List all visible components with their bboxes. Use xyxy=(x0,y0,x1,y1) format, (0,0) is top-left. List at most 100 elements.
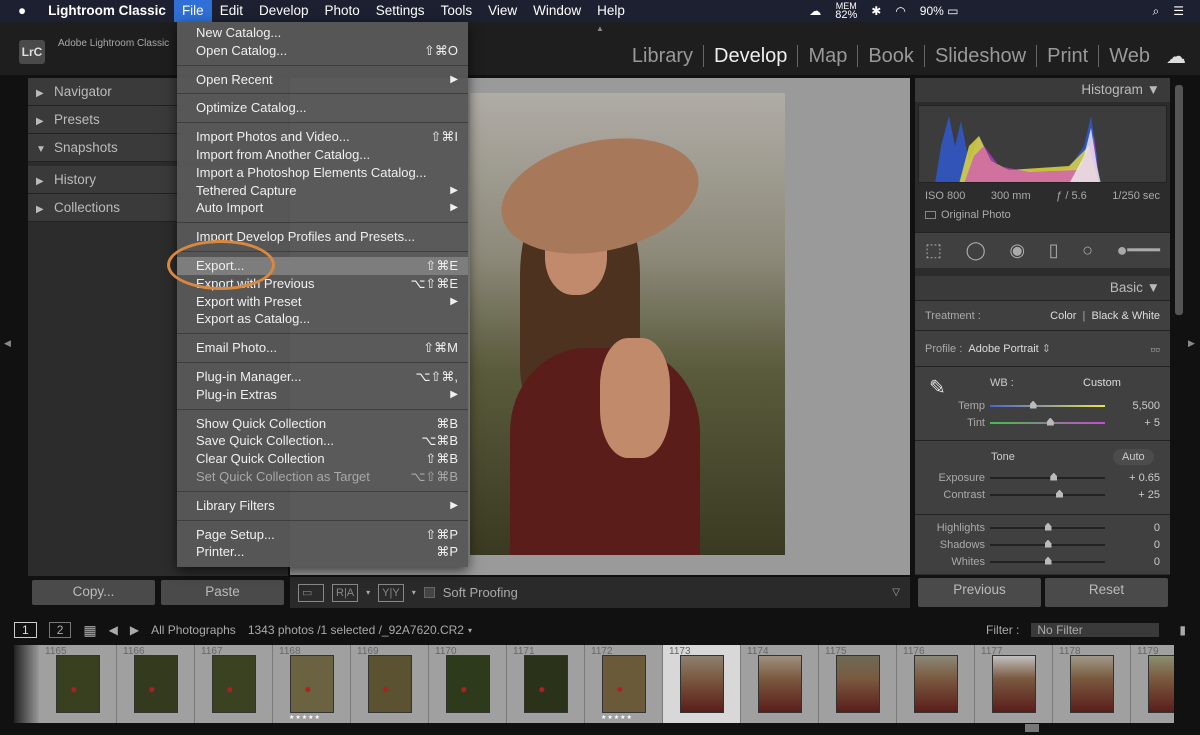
star-rating[interactable]: ★★★★★ xyxy=(601,714,633,721)
slider-track[interactable] xyxy=(990,522,1105,531)
slider-shadows[interactable]: Shadows 0 xyxy=(915,536,1170,553)
menu-item-import-a-photoshop-elements-catalog[interactable]: Import a Photoshop Elements Catalog... xyxy=(177,164,468,182)
filmstrip-thumbnail[interactable]: 1165 xyxy=(39,645,117,723)
menu-item-tethered-capture[interactable]: Tethered Capture ▶ xyxy=(177,182,468,200)
filmstrip-thumbnail[interactable]: 1176 xyxy=(897,645,975,723)
photo-count[interactable]: 1343 photos /1 selected /_92A7620.CR2 xyxy=(248,623,464,637)
auto-tone-button[interactable]: Auto xyxy=(1113,449,1154,465)
profile-browser-icon[interactable]: ▫▫ xyxy=(1150,341,1160,357)
spot-removal-icon[interactable]: ◯ xyxy=(966,240,986,261)
menu-item-page-setup[interactable]: Page Setup... ⇧⌘P xyxy=(177,526,468,544)
module-book[interactable]: Book xyxy=(858,45,925,67)
right-panel-scrollbar[interactable] xyxy=(1175,85,1183,315)
adjustment-brush-icon[interactable]: ●━━━ xyxy=(1117,240,1160,261)
menu-item-optimize-catalog[interactable]: Optimize Catalog... xyxy=(177,99,468,117)
slider-contrast[interactable]: Contrast + 25 xyxy=(915,486,1170,503)
menu-item-email-photo[interactable]: Email Photo... ⇧⌘M xyxy=(177,339,468,357)
slider-value[interactable]: + 0.65 xyxy=(1110,472,1160,484)
graduated-filter-icon[interactable]: ▯ xyxy=(1049,240,1059,261)
filmstrip-thumbnail[interactable]: 1177 xyxy=(975,645,1053,723)
slider-highlights[interactable]: Highlights 0 xyxy=(915,519,1170,536)
collapse-right-icon[interactable]: ▶ xyxy=(1188,338,1195,349)
search-icon[interactable]: ⌕ xyxy=(1153,4,1160,19)
filmstrip-scrollbar[interactable] xyxy=(1025,724,1039,732)
previous-button[interactable]: Previous xyxy=(918,578,1041,607)
slider-tint[interactable]: Tint + 5 xyxy=(915,414,1170,431)
menu-item-library-filters[interactable]: Library Filters ▶ xyxy=(177,497,468,515)
filmstrip-thumbnail[interactable]: 1168 ★★★★★ xyxy=(273,645,351,723)
slider-track[interactable] xyxy=(990,539,1105,548)
original-photo-row[interactable]: Original Photo xyxy=(915,206,1170,224)
slider-track[interactable] xyxy=(990,400,1105,409)
filmstrip-thumbnail[interactable]: 1174 xyxy=(741,645,819,723)
menu-develop[interactable]: Develop xyxy=(251,0,317,22)
filmstrip-thumbnail[interactable]: 1179 xyxy=(1131,645,1174,723)
forward-arrow-icon[interactable]: ▶ xyxy=(130,623,139,637)
original-photo-checkbox[interactable] xyxy=(925,211,936,219)
apple-icon[interactable]: ● xyxy=(0,0,40,22)
dropdown-icon[interactable]: ▾ xyxy=(468,626,472,635)
dropdown-icon[interactable]: ▾ xyxy=(366,588,370,597)
menu-settings[interactable]: Settings xyxy=(368,0,433,22)
filter-lock-icon[interactable]: ▮ xyxy=(1179,623,1186,637)
memory-icon[interactable]: MEM 82% xyxy=(835,2,857,21)
menu-item-export-as-catalog[interactable]: Export as Catalog... xyxy=(177,310,468,328)
slider-handle[interactable] xyxy=(1044,556,1052,565)
slider-track[interactable] xyxy=(990,489,1105,498)
slider-value[interactable]: 0 xyxy=(1110,539,1160,551)
module-print[interactable]: Print xyxy=(1037,45,1100,67)
menu-item-save-quick-collection[interactable]: Save Quick Collection... ⌥⌘B xyxy=(177,432,468,450)
second-window-button[interactable]: 2 xyxy=(48,622,72,638)
filmstrip-thumbnail[interactable]: 1166 xyxy=(117,645,195,723)
profile-select[interactable]: Adobe Portrait xyxy=(968,343,1038,355)
menu-app[interactable]: Lightroom Classic xyxy=(40,0,174,22)
creative-cloud-icon[interactable]: ☁ xyxy=(809,4,821,18)
source-label[interactable]: All Photographs xyxy=(151,623,236,637)
menu-help[interactable]: Help xyxy=(589,0,633,22)
dropdown-icon[interactable]: ▾ xyxy=(412,588,416,597)
menu-item-export-with-preset[interactable]: Export with Preset ▶ xyxy=(177,293,468,311)
slider-track[interactable] xyxy=(990,472,1105,481)
reset-button[interactable]: Reset xyxy=(1045,578,1168,607)
filmstrip-thumbnail[interactable]: 1170 xyxy=(429,645,507,723)
slider-exposure[interactable]: Exposure + 0.65 xyxy=(915,469,1170,486)
copy-button[interactable]: Copy... xyxy=(32,580,155,605)
slider-whites[interactable]: Whites 0 xyxy=(915,553,1170,570)
filmstrip-thumbnail[interactable]: 1173 xyxy=(663,645,741,723)
menu-item-set-quick-collection-as-target[interactable]: Set Quick Collection as Target ⌥⇧⌘B xyxy=(177,468,468,486)
menu-item-printer[interactable]: Printer... ⌘P xyxy=(177,543,468,561)
radial-filter-icon[interactable]: ○ xyxy=(1082,240,1093,261)
collapse-left-icon[interactable]: ◀ xyxy=(4,338,11,349)
menu-window[interactable]: Window xyxy=(525,0,589,22)
loupe-view-button[interactable]: ▭ xyxy=(298,583,324,602)
main-window-button[interactable]: 1 xyxy=(14,622,37,638)
filmstrip-thumbnail[interactable]: 1175 xyxy=(819,645,897,723)
module-develop[interactable]: Develop xyxy=(704,45,799,67)
menu-item-import-photos-and-video[interactable]: Import Photos and Video... ⇧⌘I xyxy=(177,128,468,146)
module-map[interactable]: Map xyxy=(798,45,859,67)
slider-handle[interactable] xyxy=(1050,472,1058,481)
slider-value[interactable]: 5,500 xyxy=(1110,400,1160,412)
slider-handle[interactable] xyxy=(1056,489,1063,498)
before-after-yy-button[interactable]: Y|Y xyxy=(378,583,404,602)
bluetooth-icon[interactable]: ✱ xyxy=(871,4,881,18)
slider-value[interactable]: + 5 xyxy=(1110,417,1160,429)
basic-header[interactable]: Basic ▼ xyxy=(915,276,1170,300)
menu-item-show-quick-collection[interactable]: Show Quick Collection ⌘B xyxy=(177,415,468,433)
treatment-color[interactable]: Color xyxy=(1050,310,1076,322)
menu-photo[interactable]: Photo xyxy=(317,0,368,22)
filmstrip-thumbnail[interactable]: 1178 xyxy=(1053,645,1131,723)
photo-preview[interactable] xyxy=(470,93,785,555)
menu-item-clear-quick-collection[interactable]: Clear Quick Collection ⇧⌘B xyxy=(177,450,468,468)
collapse-top-icon[interactable]: ▲ xyxy=(596,24,604,33)
slider-track[interactable] xyxy=(990,417,1105,426)
slider-handle[interactable] xyxy=(1029,400,1037,409)
soft-proofing-checkbox[interactable] xyxy=(423,587,435,598)
menu-edit[interactable]: Edit xyxy=(212,0,251,22)
notification-list-icon[interactable]: ☰ xyxy=(1173,4,1184,18)
wb-select[interactable]: Custom xyxy=(1083,377,1121,389)
menu-item-open-catalog[interactable]: Open Catalog... ⇧⌘O xyxy=(177,42,468,60)
battery-status[interactable]: 90% ▭ xyxy=(920,4,959,18)
slider-temp[interactable]: Temp 5,500 xyxy=(915,397,1170,414)
histogram-header[interactable]: Histogram ▼ xyxy=(915,78,1170,102)
